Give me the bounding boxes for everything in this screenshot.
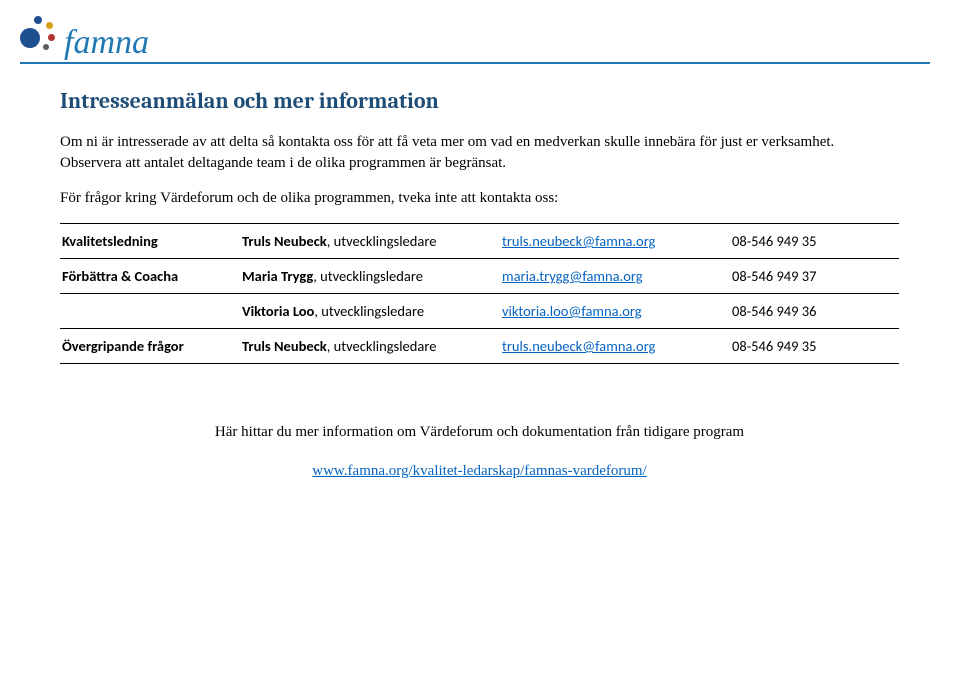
name-cell: Truls Neubeck, utvecklingsledare [240, 329, 500, 364]
name-cell: Viktoria Loo, utvecklingsledare [240, 294, 500, 329]
topic-cell: Förbättra & Coacha [60, 259, 240, 294]
name-cell: Truls Neubeck, utvecklingsledare [240, 224, 500, 259]
topic-cell: Kvalitetsledning [60, 224, 240, 259]
name-cell: Maria Trygg, utvecklingsledare [240, 259, 500, 294]
email-link[interactable]: viktoria.loo@famna.org [502, 302, 642, 320]
table-row: Övergripande frågor Truls Neubeck, utvec… [60, 329, 899, 364]
footer: Här hittar du mer information om Värdefo… [60, 424, 899, 480]
footer-link[interactable]: www.famna.org/kvalitet-ledarskap/famnas-… [312, 463, 646, 479]
email-link[interactable]: truls.neubeck@famna.org [502, 232, 655, 250]
logo: famna [20, 10, 149, 62]
email-link[interactable]: truls.neubeck@famna.org [502, 337, 655, 355]
email-cell: maria.trygg@famna.org [500, 259, 730, 294]
header-underline [20, 62, 930, 64]
contact-table: Kvalitetsledning Truls Neubeck, utveckli… [60, 223, 899, 364]
table-row: Viktoria Loo, utvecklingsledare viktoria… [60, 294, 899, 329]
topic-cell [60, 294, 240, 329]
email-cell: truls.neubeck@famna.org [500, 329, 730, 364]
email-cell: viktoria.loo@famna.org [500, 294, 730, 329]
main-content: Intresseanmälan och mer information Om n… [60, 88, 899, 480]
phone-cell: 08-546 949 35 [730, 329, 899, 364]
email-cell: truls.neubeck@famna.org [500, 224, 730, 259]
logo-text: famna [64, 24, 149, 62]
email-link[interactable]: maria.trygg@famna.org [502, 267, 643, 285]
table-row: Kvalitetsledning Truls Neubeck, utveckli… [60, 224, 899, 259]
intro-paragraph-2: För frågor kring Värdeforum och de olika… [60, 188, 899, 209]
logo-mark-icon [20, 16, 60, 56]
intro-paragraph-1: Om ni är intresserade av att delta så ko… [60, 132, 899, 174]
phone-cell: 08-546 949 35 [730, 224, 899, 259]
table-row: Förbättra & Coacha Maria Trygg, utveckli… [60, 259, 899, 294]
page-title: Intresseanmälan och mer information [60, 88, 899, 114]
topic-cell: Övergripande frågor [60, 329, 240, 364]
phone-cell: 08-546 949 37 [730, 259, 899, 294]
phone-cell: 08-546 949 36 [730, 294, 899, 329]
footer-text: Här hittar du mer information om Värdefo… [60, 424, 899, 441]
